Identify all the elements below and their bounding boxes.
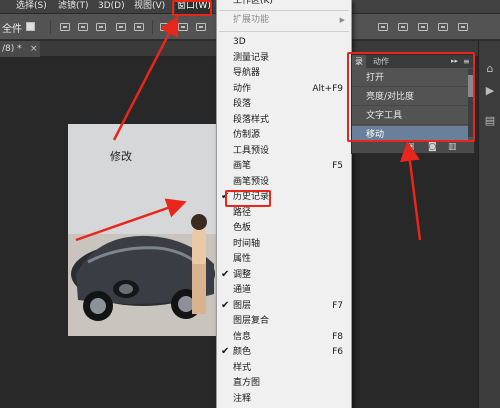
- menu-item[interactable]: 样式: [217, 361, 351, 375]
- menu-item[interactable]: 通道: [217, 283, 351, 297]
- menu-item-shortcut: Alt+F9: [312, 83, 343, 94]
- menu-item-label: 注释: [233, 393, 252, 404]
- align-center-icon[interactable]: [134, 23, 144, 31]
- menu-item[interactable]: 3D: [217, 35, 351, 49]
- menu-item-label: 直方图: [233, 378, 261, 388]
- menu-separator: [219, 31, 349, 32]
- menu-item-label: 时间轴: [233, 238, 261, 249]
- document-image[interactable]: 修改: [68, 124, 218, 336]
- menu-item-label: 段落样式: [233, 114, 270, 125]
- menu-filter[interactable]: 滤镜(T): [58, 0, 89, 14]
- photo-caption-text: 修改: [110, 150, 132, 163]
- menu-item[interactable]: 段落: [217, 97, 351, 111]
- menu-item[interactable]: 信息 F8: [217, 330, 351, 344]
- highlight-history-panel: [347, 52, 475, 142]
- menu-item-label: 路径: [233, 207, 252, 218]
- menu-item-shortcut: F7: [332, 300, 343, 311]
- menu-item-label: 工作区(K): [233, 0, 273, 6]
- menu-item-label: 画笔预设: [233, 176, 270, 187]
- align-left-icon[interactable]: [116, 23, 126, 31]
- menu-item-label: 仿制源: [233, 130, 261, 140]
- new-document-icon[interactable]: ▣: [406, 143, 416, 152]
- menu-item[interactable]: 动作 Alt+F9: [217, 82, 351, 96]
- menu-item-label: 通道: [233, 285, 252, 295]
- 3d-slide-icon[interactable]: [438, 23, 448, 31]
- menu-item-label: 调整: [233, 269, 252, 280]
- menu-item[interactable]: 色板: [217, 221, 351, 235]
- menu-item[interactable]: 仿制源: [217, 128, 351, 142]
- menu-item[interactable]: 时间轴: [217, 237, 351, 251]
- menu-item-label: 信息: [233, 331, 252, 342]
- checkmark-icon: ✔: [221, 268, 230, 280]
- menu-item-label: 测量记录: [233, 52, 270, 63]
- 3d-scale-icon[interactable]: [458, 23, 468, 31]
- highlight-history-item: [225, 190, 271, 207]
- menu-item-label: 扩展功能: [233, 15, 270, 25]
- checkmark-icon: ✔: [221, 299, 230, 311]
- document-tab-title: /8) *: [2, 44, 22, 54]
- menu-item-label: 图层复合: [233, 316, 270, 326]
- menu-item-shortcut: F6: [332, 347, 343, 357]
- car-photo: [68, 124, 218, 336]
- 3d-roll-icon[interactable]: [398, 23, 408, 31]
- menu-item[interactable]: 工具预设: [217, 144, 351, 158]
- character-panel-icon[interactable]: ⌂: [482, 61, 498, 77]
- chevron-right-icon: ▶: [339, 16, 345, 24]
- menu-item-label: 导航器: [233, 68, 261, 78]
- align-bottom-icon[interactable]: [96, 23, 106, 31]
- menu-item-label: 画笔: [233, 161, 252, 171]
- menu-item[interactable]: 导航器: [217, 66, 351, 80]
- menu-item-label: 色板: [233, 223, 252, 233]
- options-label: 全件: [2, 24, 22, 35]
- menu-select[interactable]: 选择(S): [16, 0, 47, 14]
- menu-item[interactable]: 画笔预设: [217, 175, 351, 189]
- menu-item-workspace[interactable]: 工作区(K): [217, 0, 351, 8]
- 3d-pan-icon[interactable]: [418, 23, 428, 31]
- menu-item[interactable]: ✔ 颜色 F6: [217, 345, 351, 359]
- menu-item-label: 颜色: [233, 347, 252, 357]
- distribute-top-icon[interactable]: [160, 23, 170, 31]
- document-tab[interactable]: /8) * ×: [0, 41, 40, 57]
- layers-icon[interactable]: ▤: [482, 113, 498, 129]
- menu-item-label: 动作: [233, 83, 252, 94]
- menu-item-label: 样式: [233, 362, 252, 373]
- menu-3d[interactable]: 3D(D): [98, 0, 125, 14]
- menu-item[interactable]: 段落样式: [217, 113, 351, 127]
- menu-item[interactable]: 属性: [217, 252, 351, 266]
- menu-item[interactable]: 画笔 F5: [217, 159, 351, 173]
- align-top-icon[interactable]: [60, 23, 70, 31]
- menu-item[interactable]: 直方图: [217, 376, 351, 390]
- close-icon[interactable]: ×: [30, 41, 38, 57]
- toolbar-divider: [152, 20, 153, 34]
- menu-item-label: 3D: [233, 37, 246, 47]
- distribute-middle-icon[interactable]: [178, 23, 188, 31]
- highlight-window-menu: [172, 0, 212, 16]
- menu-item-label: 段落: [233, 99, 252, 109]
- menu-view[interactable]: 视图(V): [134, 0, 165, 14]
- menu-item-extensions[interactable]: 扩展功能 ▶: [217, 13, 351, 27]
- menu-item[interactable]: ✔ 图层 F7: [217, 299, 351, 313]
- menu-item[interactable]: 路径: [217, 206, 351, 220]
- menu-item[interactable]: 测量记录: [217, 51, 351, 65]
- align-middle-icon[interactable]: [78, 23, 88, 31]
- panel-footer: ▣ ◙ ▥: [351, 140, 475, 154]
- menu-item[interactable]: 图层复合: [217, 314, 351, 328]
- menu-item-shortcut: F8: [332, 331, 343, 342]
- menu-item[interactable]: 注释: [217, 392, 351, 406]
- right-dock: ⌂ ▶ ▤: [478, 41, 500, 408]
- menu-item[interactable]: ✔ 调整: [217, 268, 351, 282]
- camera-icon[interactable]: ◙: [428, 143, 438, 152]
- distribute-bottom-icon[interactable]: [196, 23, 206, 31]
- auto-select-checkbox[interactable]: [26, 22, 35, 31]
- menu-item-label: 图层: [233, 300, 252, 311]
- menu-item-label: 工具预设: [233, 145, 270, 156]
- menu-separator: [219, 10, 349, 11]
- trash-icon[interactable]: ▥: [448, 143, 458, 152]
- toolbar-divider: [50, 20, 51, 34]
- 3d-rotate-icon[interactable]: [378, 23, 388, 31]
- menu-item-shortcut: F5: [332, 161, 343, 171]
- checkmark-icon: ✔: [221, 346, 230, 357]
- menu-item-label: 属性: [233, 254, 252, 264]
- play-icon[interactable]: ▶: [482, 83, 498, 99]
